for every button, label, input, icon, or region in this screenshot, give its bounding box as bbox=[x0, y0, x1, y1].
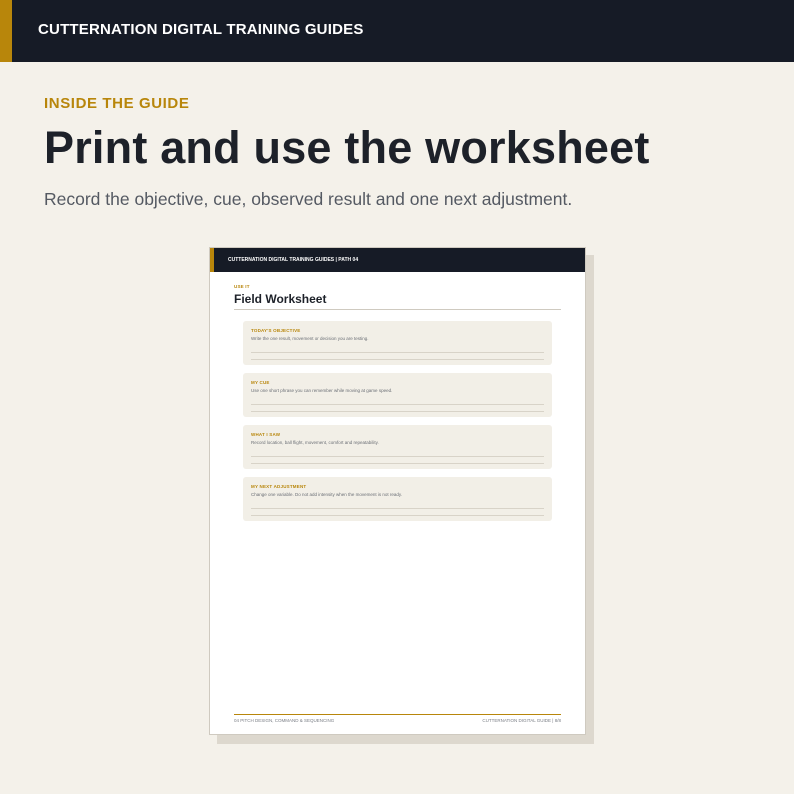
writing-line bbox=[251, 352, 544, 353]
section-eyebrow: INSIDE THE GUIDE bbox=[44, 95, 190, 112]
worksheet-header: CUTTERNATION DIGITAL TRAINING GUIDES | P… bbox=[210, 248, 585, 272]
card-prompt: Use one short phrase you can remember wh… bbox=[251, 388, 393, 393]
card-prompt: Write the one result, movement or decisi… bbox=[251, 336, 369, 341]
top-banner: CUTTERNATION DIGITAL TRAINING GUIDES bbox=[0, 0, 794, 62]
card-label: TODAY'S OBJECTIVE bbox=[251, 328, 301, 333]
page-subtitle: Record the objective, cue, observed resu… bbox=[44, 189, 573, 209]
worksheet-card-objective: TODAY'S OBJECTIVE Write the one result, … bbox=[243, 321, 552, 365]
card-prompt: Record location, ball flight, movement, … bbox=[251, 440, 379, 445]
card-prompt: Change one variable. Do not add intensit… bbox=[251, 492, 403, 497]
worksheet-title: Field Worksheet bbox=[234, 292, 327, 306]
page-title: Print and use the worksheet bbox=[44, 122, 650, 173]
writing-line bbox=[251, 463, 544, 464]
worksheet-footer-page: CUTTERNATION DIGITAL GUIDE | 8/8 bbox=[482, 718, 561, 723]
writing-line bbox=[251, 411, 544, 412]
card-label: MY NEXT ADJUSTMENT bbox=[251, 484, 307, 489]
banner-accent-stripe bbox=[0, 0, 12, 62]
worksheet-card-cue: MY CUE Use one short phrase you can reme… bbox=[243, 373, 552, 417]
worksheet-header-accent bbox=[210, 248, 214, 272]
worksheet-footer-rule bbox=[234, 714, 561, 715]
card-label: MY CUE bbox=[251, 380, 270, 385]
worksheet-eyebrow: USE IT bbox=[234, 284, 250, 289]
worksheet-page-preview: CUTTERNATION DIGITAL TRAINING GUIDES | P… bbox=[209, 247, 586, 735]
worksheet-card-next-adjustment: MY NEXT ADJUSTMENT Change one variable. … bbox=[243, 477, 552, 521]
writing-line bbox=[251, 456, 544, 457]
writing-line bbox=[251, 359, 544, 360]
worksheet-card-what-i-saw: WHAT I SAW Record location, ball flight,… bbox=[243, 425, 552, 469]
writing-line bbox=[251, 404, 544, 405]
card-label: WHAT I SAW bbox=[251, 432, 281, 437]
brand-title: CUTTERNATION DIGITAL TRAINING GUIDES bbox=[38, 21, 364, 38]
writing-line bbox=[251, 508, 544, 509]
worksheet-footer-section: 04 PITCH DESIGN, COMMAND & SEQUENCING bbox=[234, 718, 335, 723]
writing-line bbox=[251, 515, 544, 516]
worksheet-title-divider bbox=[234, 309, 561, 310]
worksheet-header-text: CUTTERNATION DIGITAL TRAINING GUIDES | P… bbox=[228, 257, 359, 263]
